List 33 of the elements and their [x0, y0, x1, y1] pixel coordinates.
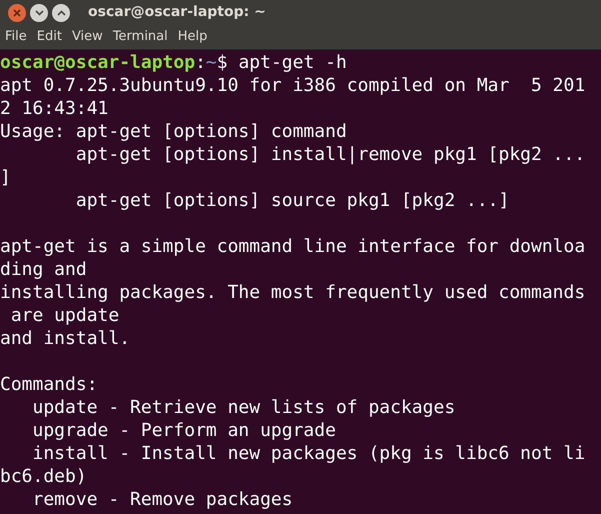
terminal-output-line: upgrade - Perform an upgrade — [32, 420, 336, 441]
terminal-output-line: and install. — [0, 328, 130, 349]
terminal-output-line: remove - Remove packages — [32, 489, 293, 510]
close-icon — [13, 8, 21, 16]
maximize-button[interactable] — [52, 4, 70, 22]
terminal-output-line: apt-get [options] install|remove pkg1 [pkg2 ... — [74, 144, 586, 165]
window-title: oscar@oscar-laptop: ~ — [88, 3, 266, 22]
minimize-button[interactable] — [30, 4, 48, 22]
terminal-output-line: are update — [10, 305, 120, 326]
terminal-output-line: apt-get is a simple command line interface for downloa — [0, 236, 586, 257]
menu-item[interactable]: View — [70, 27, 104, 47]
terminal-output-line: bc6.deb) — [0, 466, 87, 487]
menu-item[interactable]: Help — [176, 27, 208, 47]
terminal-output-line: 2 16:43:41 — [0, 98, 108, 119]
terminal-output-line: ] — [0, 167, 11, 188]
terminal-output-line: install - Install new packages (pkg is libc6 not li — [32, 443, 586, 464]
terminal-output-line: installing packages. The most frequently used commands — [0, 282, 586, 303]
close-button[interactable] — [8, 4, 26, 22]
menu-item[interactable]: Edit — [36, 27, 63, 47]
menu-item[interactable]: File — [4, 27, 28, 47]
menu-item[interactable]: Terminal — [112, 27, 169, 47]
prompt-user-host: oscar@oscar-laptop — [0, 52, 196, 73]
terminal-output-line: Commands: — [0, 374, 98, 395]
terminal-output-line: Usage: apt-get [options] command — [0, 121, 347, 142]
terminal-output-line: update - Retrieve new lists of packages — [32, 397, 456, 418]
chevron-down-icon — [34, 10, 44, 16]
terminal-output-line: ding and — [0, 259, 87, 280]
terminal-output-line: apt-get [options] source pkg1 [pkg2 ...] — [74, 190, 510, 211]
terminal-output-line: apt 0.7.25.3ubuntu9.10 for i386 compiled on Mar 5 201 — [0, 75, 586, 96]
chevron-up-icon — [56, 10, 66, 16]
prompt-path: ~ — [206, 52, 217, 73]
prompt-command: $ apt-get -h — [216, 52, 347, 73]
prompt-separator: : — [195, 52, 206, 73]
